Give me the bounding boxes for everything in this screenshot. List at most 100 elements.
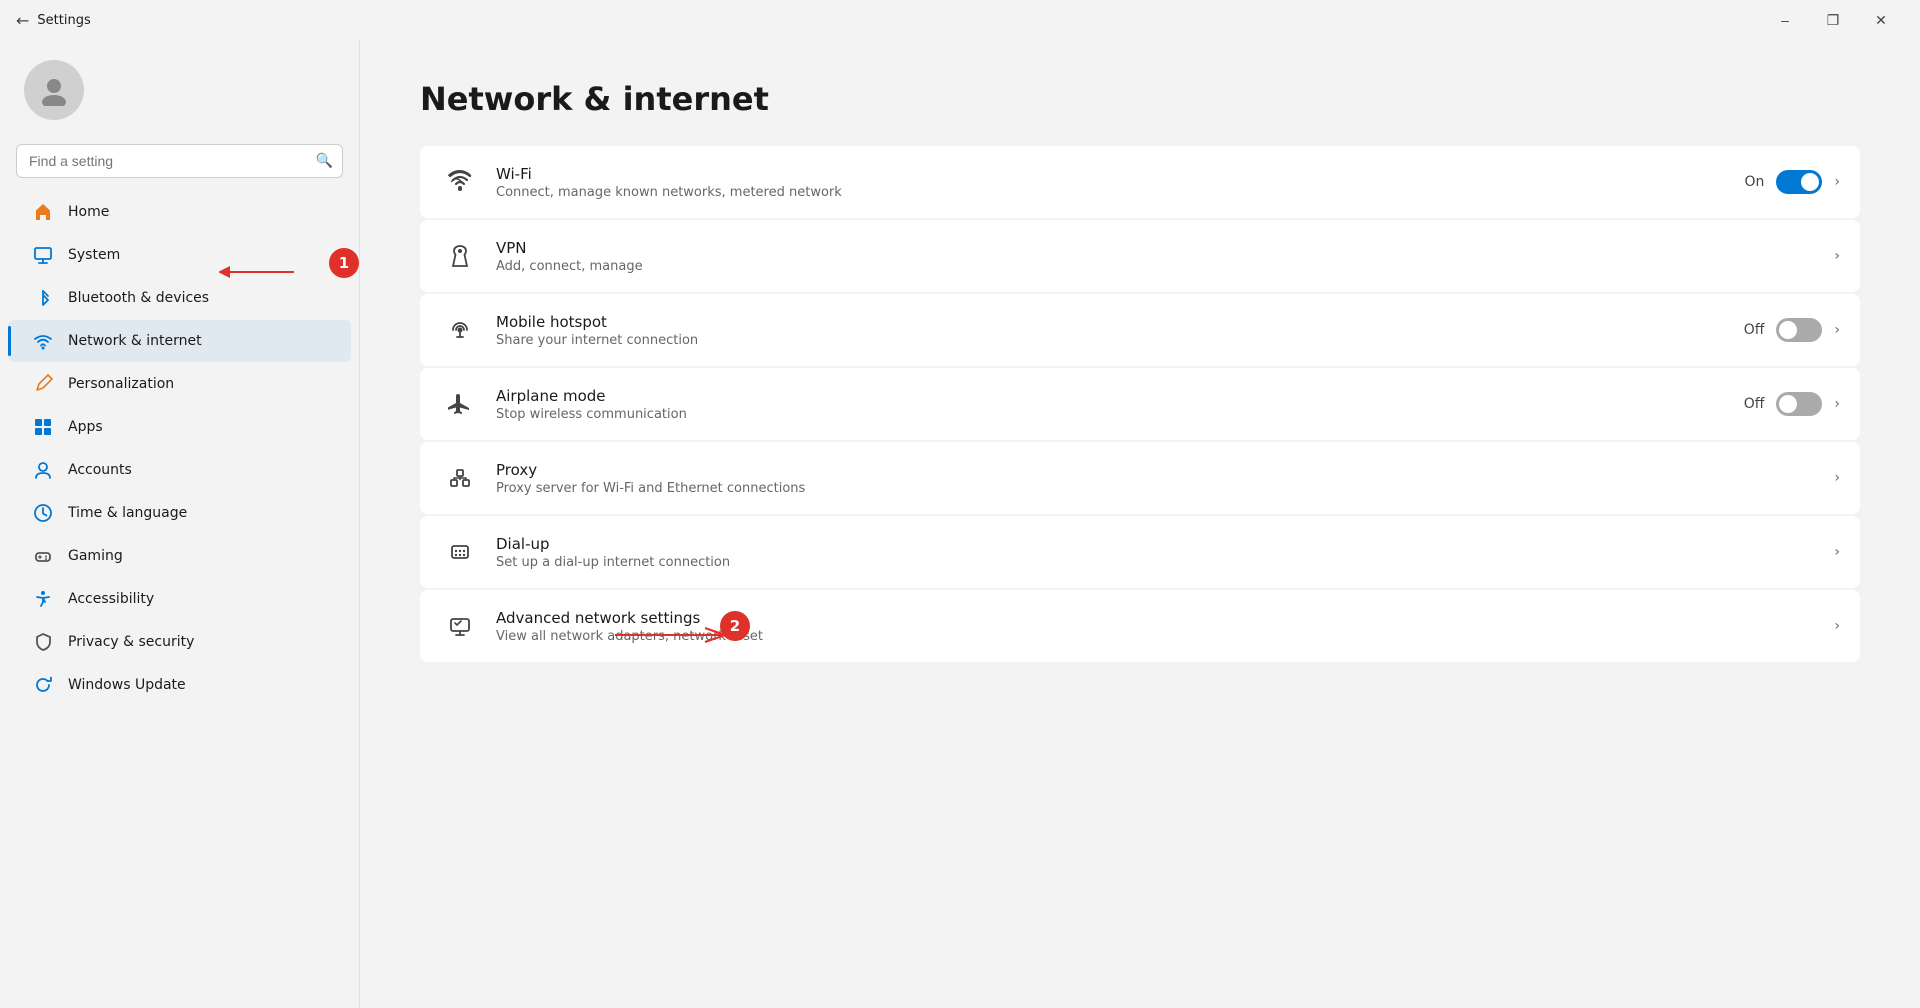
sidebar-item-system[interactable]: System [8, 234, 351, 276]
maximize-button[interactable]: ❐ [1810, 4, 1856, 36]
settings-item-vpn[interactable]: VPN Add, connect, manage › [420, 220, 1860, 292]
sidebar-item-label: Bluetooth & devices [68, 290, 209, 306]
hotspot-toggle-label: Off [1744, 322, 1765, 338]
advanced-desc: View all network adapters, network reset [496, 629, 1818, 644]
network-icon [32, 330, 54, 352]
sidebar-item-network[interactable]: Network & internet [8, 320, 351, 362]
minimize-button[interactable]: – [1762, 4, 1808, 36]
home-icon [32, 201, 54, 223]
hotspot-icon [440, 310, 480, 350]
user-profile[interactable] [0, 40, 359, 136]
sidebar-item-accessibility[interactable]: Accessibility [8, 578, 351, 620]
accounts-icon [32, 459, 54, 481]
dialup-right: › [1834, 544, 1840, 560]
advanced-text: Advanced network settings View all netwo… [496, 609, 1818, 644]
hotspot-chevron: › [1834, 322, 1840, 338]
vpn-title: VPN [496, 239, 1818, 257]
time-icon [32, 502, 54, 524]
sidebar-item-privacy[interactable]: Privacy & security [8, 621, 351, 663]
airplane-toggle[interactable] [1776, 392, 1822, 416]
dialup-text: Dial-up Set up a dial-up internet connec… [496, 535, 1818, 570]
vpn-right: › [1834, 248, 1840, 264]
system-icon [32, 244, 54, 266]
privacy-icon [32, 631, 54, 653]
settings-item-wifi[interactable]: Wi-Fi Connect, manage known networks, me… [420, 146, 1860, 218]
wifi-right: On › [1744, 170, 1840, 194]
search-icon: 🔍 [316, 153, 333, 169]
settings-item-dialup[interactable]: Dial-up Set up a dial-up internet connec… [420, 516, 1860, 588]
sidebar-item-label: Accounts [68, 462, 132, 478]
hotspot-toggle[interactable] [1776, 318, 1822, 342]
search-box[interactable]: 🔍 [16, 144, 343, 178]
wifi-icon [440, 162, 480, 202]
sidebar-item-gaming[interactable]: Gaming [8, 535, 351, 577]
sidebar-item-label: Time & language [68, 505, 187, 521]
sidebar-item-label: Network & internet [68, 333, 202, 349]
sidebar-item-apps[interactable]: Apps [8, 406, 351, 448]
vpn-text: VPN Add, connect, manage [496, 239, 1818, 274]
sidebar-item-home[interactable]: Home [8, 191, 351, 233]
advanced-chevron: › [1834, 618, 1840, 634]
sidebar-item-label: Accessibility [68, 591, 154, 607]
hotspot-desc: Share your internet connection [496, 333, 1728, 348]
sidebar-nav: Home System Bluetooth & devices Network … [0, 190, 359, 707]
close-button[interactable]: ✕ [1858, 4, 1904, 36]
vpn-chevron: › [1834, 248, 1840, 264]
airplane-text: Airplane mode Stop wireless communicatio… [496, 387, 1728, 422]
proxy-right: › [1834, 470, 1840, 486]
settings-item-advanced[interactable]: Advanced network settings View all netwo… [420, 590, 1860, 662]
main-content: Network & internet Wi-Fi Connect, manage… [360, 40, 1920, 1008]
wifi-desc: Connect, manage known networks, metered … [496, 185, 1728, 200]
sidebar-item-label: Privacy & security [68, 634, 194, 650]
sidebar-item-personalization[interactable]: Personalization [8, 363, 351, 405]
dialup-icon [440, 532, 480, 572]
sidebar-item-bluetooth[interactable]: Bluetooth & devices [8, 277, 351, 319]
app-title: Settings [37, 13, 90, 28]
settings-item-proxy[interactable]: Proxy Proxy server for Wi-Fi and Etherne… [420, 442, 1860, 514]
dialup-desc: Set up a dial-up internet connection [496, 555, 1818, 570]
vpn-icon [440, 236, 480, 276]
window-controls: – ❐ ✕ [1762, 4, 1904, 36]
proxy-icon [440, 458, 480, 498]
wifi-toggle[interactable] [1776, 170, 1822, 194]
title-bar: ← Settings – ❐ ✕ [0, 0, 1920, 40]
wifi-chevron: › [1834, 174, 1840, 190]
dialup-title: Dial-up [496, 535, 1818, 553]
sidebar-item-windowsupdate[interactable]: Windows Update [8, 664, 351, 706]
app-body: 🔍 Home System Bluetooth & devices Networ… [0, 40, 1920, 1008]
proxy-text: Proxy Proxy server for Wi-Fi and Etherne… [496, 461, 1818, 496]
proxy-title: Proxy [496, 461, 1818, 479]
sidebar-item-label: Home [68, 204, 109, 220]
search-input[interactable] [16, 144, 343, 178]
airplane-chevron: › [1834, 396, 1840, 412]
hotspot-right: Off › [1744, 318, 1840, 342]
advanced-right: › [1834, 618, 1840, 634]
airplane-right: Off › [1744, 392, 1840, 416]
airplane-toggle-label: Off [1744, 396, 1765, 412]
settings-item-hotspot[interactable]: Mobile hotspot Share your internet conne… [420, 294, 1860, 366]
wifi-title: Wi-Fi [496, 165, 1728, 183]
gaming-icon [32, 545, 54, 567]
sidebar-item-time[interactable]: Time & language [8, 492, 351, 534]
accessibility-icon [32, 588, 54, 610]
dialup-chevron: › [1834, 544, 1840, 560]
back-icon[interactable]: ← [16, 11, 29, 30]
sidebar-item-label: Windows Update [68, 677, 186, 693]
wifi-toggle-label: On [1744, 174, 1764, 190]
avatar [24, 60, 84, 120]
advanced-title: Advanced network settings [496, 609, 1818, 627]
sidebar-item-accounts[interactable]: Accounts [8, 449, 351, 491]
wifi-text: Wi-Fi Connect, manage known networks, me… [496, 165, 1728, 200]
hotspot-title: Mobile hotspot [496, 313, 1728, 331]
windowsupdate-icon [32, 674, 54, 696]
hotspot-text: Mobile hotspot Share your internet conne… [496, 313, 1728, 348]
apps-icon [32, 416, 54, 438]
settings-item-airplane[interactable]: Airplane mode Stop wireless communicatio… [420, 368, 1860, 440]
proxy-desc: Proxy server for Wi-Fi and Ethernet conn… [496, 481, 1818, 496]
sidebar-item-label: Personalization [68, 376, 174, 392]
vpn-desc: Add, connect, manage [496, 259, 1818, 274]
personalization-icon [32, 373, 54, 395]
settings-list: Wi-Fi Connect, manage known networks, me… [420, 146, 1860, 662]
proxy-chevron: › [1834, 470, 1840, 486]
airplane-icon [440, 384, 480, 424]
